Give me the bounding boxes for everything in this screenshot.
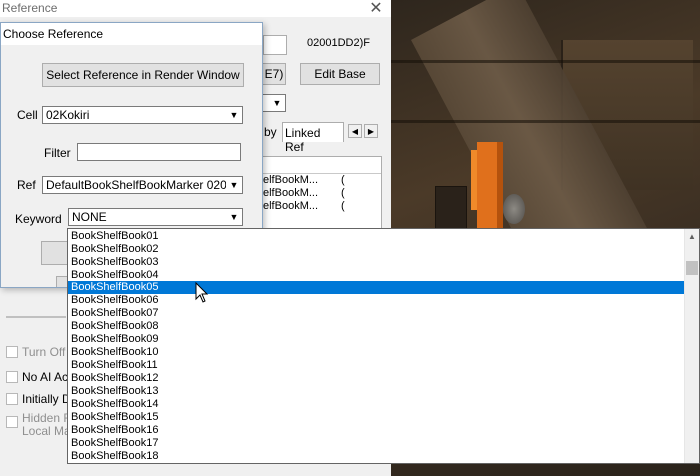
dropdown-scrollbar[interactable]: ▲ — [684, 229, 699, 463]
list-item[interactable]: elfBookM... ( — [263, 187, 381, 200]
list-item[interactable]: BookShelfBook01 — [68, 230, 158, 243]
list-item[interactable]: BookShelfBook14 — [68, 398, 158, 411]
list-item[interactable]: BookShelfBook06 — [68, 294, 158, 307]
list-item[interactable]: BookShelfBook02 — [68, 243, 158, 256]
cell-combo[interactable]: 02Kokiri ▼ — [42, 106, 243, 124]
list-item[interactable]: elfBookM... ( — [263, 200, 381, 213]
plank-line — [391, 60, 700, 63]
scrollbar-thumb[interactable] — [686, 261, 698, 275]
divider — [6, 316, 66, 332]
keyword-label: Keyword — [15, 212, 62, 226]
cell-label: Cell — [17, 108, 38, 122]
reference-tabbar: by Linked Ref ◀ ▶ — [262, 122, 382, 154]
chevron-down-icon: ▼ — [226, 209, 242, 225]
arrow-left-icon[interactable]: ◀ — [348, 124, 362, 138]
list-item[interactable]: elfBookM... ( — [263, 174, 381, 187]
list-item[interactable]: BookShelfBook16 — [68, 424, 158, 437]
list-item[interactable]: BookShelfBook09 — [68, 333, 158, 346]
plank-line — [391, 120, 700, 123]
keyword-combo[interactable]: NONE ▼ — [68, 208, 243, 226]
reference-title: Reference — [2, 1, 58, 15]
chevron-down-icon: ▼ — [269, 95, 285, 111]
dialog-titlebar: Choose Reference — [1, 23, 262, 45]
reference-combo[interactable]: ▼ — [262, 94, 286, 112]
keyword-dropdown-list[interactable]: BookShelfBook01 BookShelfBook02 BookShel… — [67, 228, 700, 464]
initially-disabled-label: Initially Di — [22, 392, 74, 406]
ref-combo[interactable]: DefaultBookShelfBookMarker 02001DD2 ▼ — [42, 176, 243, 194]
filter-input[interactable] — [77, 143, 241, 161]
bookshelf-object — [435, 186, 467, 232]
mouse-pointer-icon — [195, 282, 209, 303]
select-reference-button[interactable]: Select Reference in Render Window — [42, 63, 244, 87]
list-header — [263, 157, 381, 174]
list-item[interactable]: BookShelfBook15 — [68, 411, 158, 424]
chevron-down-icon: ▼ — [226, 107, 242, 123]
dialog-title: Choose Reference — [3, 27, 104, 41]
tab-partial[interactable]: by — [262, 122, 282, 142]
list-item[interactable]: BookShelfBook07 — [68, 307, 158, 320]
list-item[interactable]: BookShelfBook03 — [68, 256, 158, 269]
reference-partial-button[interactable]: E7) — [262, 63, 286, 85]
chevron-up-icon[interactable]: ▲ — [685, 229, 699, 243]
local-map-label: Local Ma — [22, 424, 71, 438]
reference-id-text: 02001DD2)F — [307, 37, 370, 49]
list-item[interactable]: BookShelfBook10 — [68, 346, 158, 359]
ref-label: Ref — [17, 178, 36, 192]
reference-titlebar: Reference ✕ — [0, 0, 391, 17]
close-icon[interactable]: ✕ — [366, 0, 386, 18]
list-item[interactable]: BookShelfBook11 — [68, 359, 158, 372]
edit-base-button[interactable]: Edit Base — [300, 63, 380, 85]
turn-off-checkbox[interactable] — [6, 346, 18, 358]
linked-ref-list[interactable]: elfBookM... ( elfBookM... ( elfBookM... … — [262, 156, 382, 230]
round-object — [503, 194, 525, 224]
no-ai-checkbox[interactable] — [6, 371, 18, 383]
tab-linked-ref[interactable]: Linked Ref — [282, 122, 344, 154]
orange-marker-object — [477, 142, 503, 228]
hidden-checkbox[interactable] — [6, 416, 18, 428]
list-item[interactable]: BookShelfBook08 — [68, 320, 158, 333]
list-item-selected[interactable]: BookShelfBook05 — [68, 281, 686, 294]
arrow-right-icon[interactable]: ▶ — [364, 124, 378, 138]
chevron-down-icon: ▼ — [226, 177, 242, 193]
list-item[interactable]: BookShelfBook17 — [68, 437, 158, 450]
initially-disabled-checkbox[interactable] — [6, 393, 18, 405]
filter-label: Filter — [44, 146, 71, 160]
list-item[interactable]: BookShelfBook12 — [68, 372, 158, 385]
reference-id-field[interactable] — [263, 35, 287, 55]
list-item[interactable]: BookShelfBook13 — [68, 385, 158, 398]
list-item[interactable]: BookShelfBook18 — [68, 450, 158, 463]
